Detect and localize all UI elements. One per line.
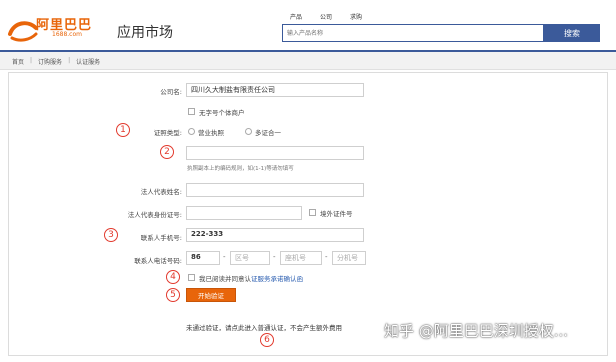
contact-mobile-label: 联系人手机号: <box>140 234 182 242</box>
license-option-multi-label: 多证合一 <box>255 129 281 137</box>
phone-separator: - <box>223 253 226 261</box>
annotation-badge-2: 2 <box>160 145 174 159</box>
search-tab-product[interactable]: 产品 <box>290 12 302 21</box>
phone-number-field[interactable]: 座机号 <box>280 251 322 265</box>
search-input[interactable] <box>287 26 537 40</box>
phone-country-code-field[interactable]: 86 <box>186 251 220 265</box>
search-button[interactable]: 搜索 <box>544 24 600 42</box>
legal-rep-id-label: 法人代表身份证号: <box>127 211 182 219</box>
agreement-prefix: 我已阅读并同意认 <box>199 275 251 283</box>
agreement-text: 我已阅读并同意认证服务承诺确认函 <box>199 273 303 283</box>
search-tab-buying[interactable]: 求购 <box>350 12 362 21</box>
phone-extension-field[interactable]: 分机号 <box>332 251 366 265</box>
foreign-id-label: 境外证件号 <box>320 210 353 218</box>
breadcrumb-auth-service: 认证服务 <box>76 59 101 66</box>
phone-area-field[interactable]: 区号 <box>230 251 270 265</box>
legal-rep-id-field[interactable] <box>186 206 302 220</box>
annotation-badge-6: 6 <box>260 333 274 347</box>
legal-rep-name-field[interactable] <box>186 183 364 197</box>
annotation-badge-4: 4 <box>166 270 180 284</box>
agreement-checkbox[interactable] <box>188 274 195 281</box>
agreement-link[interactable]: 证服务承诺确认函 <box>251 275 303 283</box>
breadcrumb: 首页 | 订购服务 | 认证服务 <box>12 57 100 66</box>
license-option-business-label: 营业执照 <box>198 129 224 137</box>
license-type-label: 证照类型: <box>153 129 182 137</box>
logo-subtext: 1688.com <box>52 31 82 38</box>
fallback-verification-text[interactable]: 未通过验证，请点此进入普通认证，不会产生额外费用 <box>186 322 342 332</box>
breadcrumb-separator: | <box>68 57 71 64</box>
breadcrumb-separator: | <box>30 57 33 64</box>
company-name-field[interactable]: 四川久大制盐有限责任公司 <box>186 83 364 97</box>
phone-separator: - <box>273 253 276 261</box>
contact-mobile-field[interactable]: 222-333 <box>186 228 364 242</box>
no-name-merchant-label: 无字号个体商户 <box>199 109 245 117</box>
breadcrumb-order-service[interactable]: 订购服务 <box>38 57 62 66</box>
no-name-merchant-checkbox[interactable] <box>188 108 195 115</box>
zhihu-watermark: 知乎 @阿里巴巴深圳授权... <box>384 322 569 340</box>
contact-phone-label: 联系人电话号码: <box>134 257 182 265</box>
breadcrumb-home[interactable]: 首页 <box>12 57 24 66</box>
start-verification-button[interactable]: 开始验证 <box>186 288 236 302</box>
license-number-hint: 执照副本上的编码规则，如(1-1)等请勿填写 <box>187 166 294 172</box>
license-option-multi-radio[interactable] <box>245 128 252 135</box>
license-option-business-radio[interactable] <box>188 128 195 135</box>
search-tab-company[interactable]: 公司 <box>320 12 332 21</box>
legal-rep-name-label: 法人代表姓名: <box>140 188 182 196</box>
annotation-badge-5: 5 <box>166 288 180 302</box>
license-number-field[interactable] <box>186 146 364 160</box>
phone-separator: - <box>325 253 328 261</box>
foreign-id-checkbox[interactable] <box>309 209 316 216</box>
app-title: 应用市场 <box>117 25 173 41</box>
company-name-label: 公司名: <box>160 88 182 96</box>
search-tabs: 产品 公司 求购 <box>290 12 362 21</box>
